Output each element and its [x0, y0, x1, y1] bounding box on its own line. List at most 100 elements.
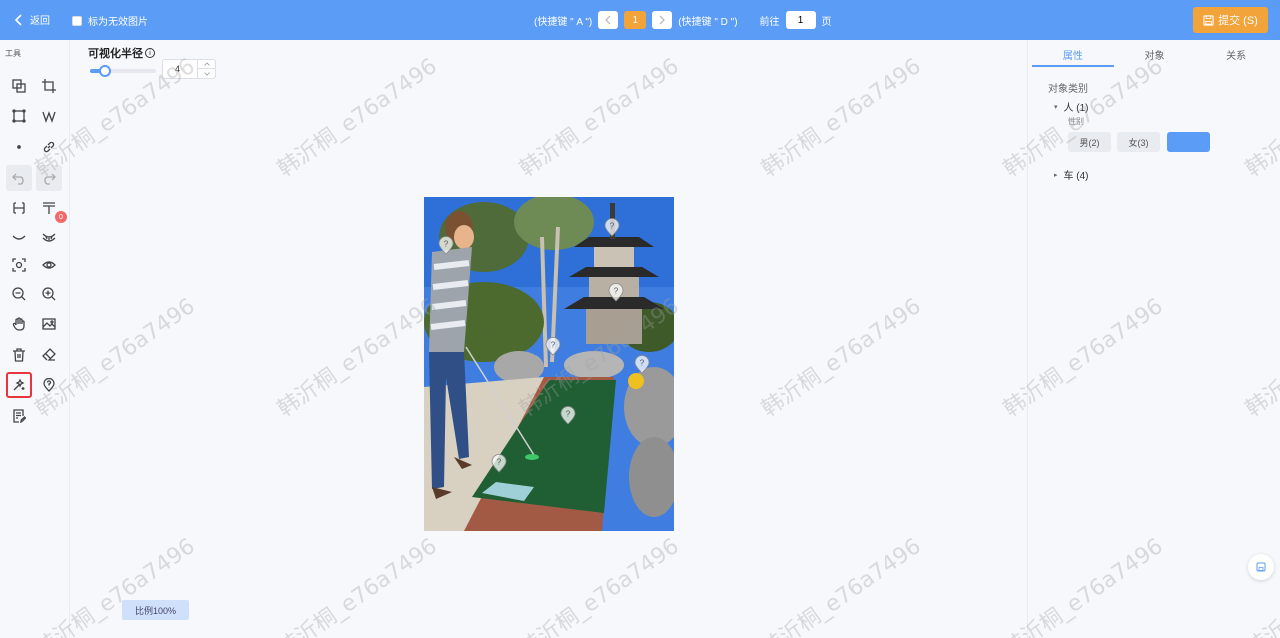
save-icon	[1203, 14, 1214, 26]
next-page-button[interactable]	[652, 11, 673, 29]
right-panel: 属性 对象 关系 对象类别 ▾ 人 (1) 性别 男(2) 女(3) ▸ 车 (…	[1027, 40, 1280, 638]
goto-page-input[interactable]	[785, 11, 816, 29]
eraser-icon	[42, 348, 56, 361]
next-shortcut-hint: (快捷键 " D ")	[678, 16, 738, 28]
watermark-text: 韩沂桐_e76a7496	[757, 53, 926, 183]
point-marker-1[interactable]: ?	[438, 236, 454, 255]
delete-button[interactable]	[6, 342, 32, 368]
slider-handle[interactable]	[98, 65, 111, 77]
radius-slider[interactable]	[90, 65, 156, 77]
crop-tool[interactable]	[36, 73, 62, 99]
back-label: 返回	[30, 16, 50, 27]
gender-attribute-label: 性别	[1068, 117, 1084, 126]
flip-vertical-icon	[43, 202, 55, 214]
prev-page-button[interactable]	[598, 11, 619, 29]
location-pin-icon: ?	[608, 283, 624, 302]
decrease-button[interactable]	[197, 69, 215, 78]
submit-label: 提交 (S)	[1218, 15, 1258, 27]
eye-icon	[42, 261, 56, 269]
location-pin-tool[interactable]	[36, 372, 62, 398]
checkbox-box[interactable]	[72, 15, 82, 26]
watermark-text: 韩沂桐_e76a7496	[757, 293, 926, 423]
save-icon	[1256, 562, 1266, 572]
location-pin-icon: ?	[491, 454, 507, 473]
zoom-out-button[interactable]	[6, 281, 32, 307]
magic-brush-tool[interactable]	[6, 372, 32, 398]
tree-node-car[interactable]: ▸ 车 (4)	[1054, 167, 1089, 182]
focus-icon	[12, 258, 26, 272]
svg-text:?: ?	[566, 410, 571, 419]
object-category-label: 对象类别	[1048, 84, 1088, 95]
toggle-visibility-tool[interactable]	[36, 252, 62, 278]
hand-icon	[12, 317, 25, 331]
tab-objects[interactable]: 对象	[1114, 40, 1196, 67]
curve-tool[interactable]	[6, 224, 32, 250]
back-button[interactable]: 返回	[14, 12, 50, 27]
redo-button[interactable]	[36, 165, 62, 191]
image-tool[interactable]	[36, 311, 62, 337]
point-marker-4[interactable]: ?	[545, 337, 561, 356]
right-panel-tabs: 属性 对象 关系	[1032, 40, 1277, 67]
point-marker-5[interactable]: ?	[634, 355, 650, 374]
watermark-text: 韩沂桐_e76a7496	[515, 533, 684, 638]
location-pin-icon: ?	[545, 337, 561, 356]
point-marker-2[interactable]: ?	[604, 218, 620, 237]
location-pin-icon: ?	[604, 218, 620, 237]
option-male[interactable]: 男(2)	[1068, 132, 1111, 152]
zoom-in-icon	[42, 287, 56, 301]
crop-icon	[42, 79, 56, 93]
location-pin-icon: ?	[634, 355, 650, 374]
link-icon	[43, 141, 55, 153]
notes-tool[interactable]	[6, 403, 32, 429]
point-marker-3[interactable]: ?	[608, 283, 624, 302]
rectangle-icon	[12, 109, 26, 123]
zoom-in-button[interactable]	[36, 281, 62, 307]
chevron-right-icon	[659, 15, 666, 25]
svg-text:?: ?	[610, 222, 615, 231]
eraser-tool[interactable]	[36, 342, 62, 368]
undo-button[interactable]	[6, 165, 32, 191]
focus-tool[interactable]	[6, 252, 32, 278]
mark-invalid-checkbox[interactable]: 标为无效图片	[72, 13, 148, 28]
point-icon	[17, 145, 21, 149]
svg-text:?: ?	[551, 341, 556, 350]
undo-icon	[12, 173, 24, 185]
multi-curve-tool[interactable]	[36, 224, 62, 250]
tab-attributes[interactable]: 属性	[1032, 40, 1114, 67]
flip-horizontal-tool[interactable]	[6, 195, 32, 221]
watermark-text: 韩沂桐_e76a7496	[273, 533, 442, 638]
image-icon	[42, 318, 56, 330]
submit-button[interactable]: 提交 (S)	[1193, 7, 1268, 33]
zoom-scale-indicator: 比例100%	[122, 600, 189, 620]
visual-radius-label: 可视化半径 i	[88, 45, 155, 61]
option-selected[interactable]	[1167, 132, 1210, 152]
increase-button[interactable]	[197, 60, 215, 69]
prev-shortcut-hint: (快捷键 " A ")	[534, 16, 593, 28]
notes-icon	[13, 409, 26, 423]
caret-right-icon[interactable]: ▸	[1054, 171, 1058, 179]
chevron-up-icon	[203, 62, 210, 66]
polyline-tool[interactable]	[36, 103, 62, 129]
watermark-text: 韩沂桐_e76a7496	[273, 293, 442, 423]
info-icon[interactable]: i	[145, 48, 155, 58]
tab-relations[interactable]: 关系	[1195, 40, 1277, 67]
location-pin-icon: ?	[560, 406, 576, 425]
current-page: 1	[624, 11, 647, 29]
svg-text:?: ?	[640, 359, 645, 368]
rectangle-tool[interactable]	[6, 103, 32, 129]
link-tool[interactable]	[36, 134, 62, 160]
tool-panel-title: 工具	[5, 49, 21, 58]
pager: (快捷键 " A ") 1 (快捷键 " D ") 前往 页	[534, 10, 832, 30]
caret-down-icon[interactable]: ▾	[1054, 103, 1058, 111]
point-marker-7[interactable]: ?	[491, 454, 507, 473]
pan-tool[interactable]	[6, 311, 32, 337]
watermark-text: 韩沂桐_e76a7496	[273, 53, 442, 183]
option-female[interactable]: 女(3)	[1117, 132, 1160, 152]
point-marker-6[interactable]: ?	[560, 406, 576, 425]
copy-polygon-tool[interactable]	[6, 73, 32, 99]
save-draft-button[interactable]	[1248, 554, 1274, 580]
radius-stepper[interactable]: 4	[162, 59, 216, 79]
point-tool[interactable]	[6, 134, 32, 160]
tree-node-person[interactable]: ▾ 人 (1)	[1054, 99, 1089, 114]
magic-brush-icon	[13, 378, 25, 391]
